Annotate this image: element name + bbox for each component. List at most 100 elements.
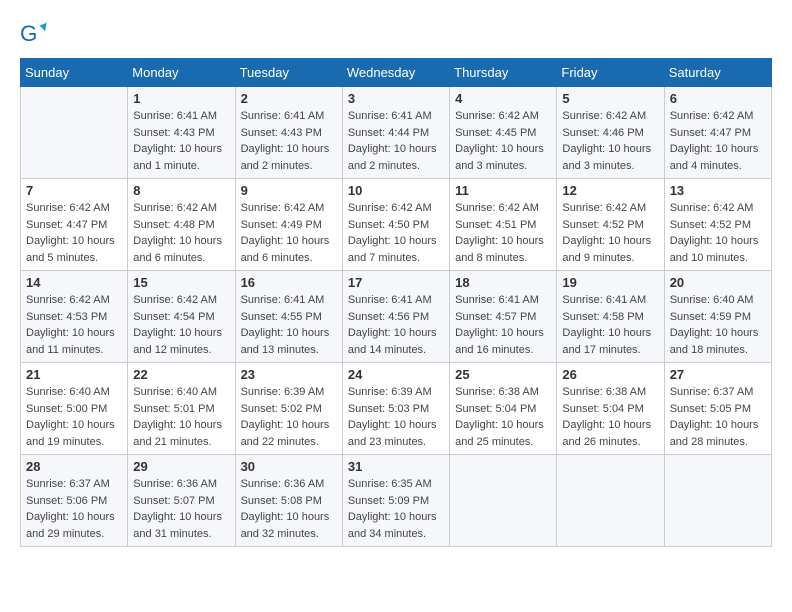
calendar-cell: 4Sunrise: 6:42 AM Sunset: 4:45 PM Daylig… (450, 87, 557, 179)
day-info: Sunrise: 6:39 AM Sunset: 5:03 PM Dayligh… (348, 384, 444, 450)
day-number: 10 (348, 183, 444, 198)
calendar-cell: 29 Sunrise: 6:36 AM Sunset: 5:07 PM Dayli… (128, 455, 235, 547)
calendar-cell: 25 Sunrise: 6:38 AM Sunset: 5:04 PM Dayli… (450, 363, 557, 455)
calendar-cell: 21Sunrise: 6:40 AM Sunset: 5:00 PM Dayli… (21, 363, 128, 455)
day-info: Sunrise: 6:36 AM Sunset: 5:07 PM Dayligh… (133, 476, 229, 542)
day-info: Sunrise: 6:38 AM Sunset: 5:04 PM Dayligh… (455, 384, 551, 450)
header-cell-saturday: Saturday (664, 59, 771, 87)
day-info: Sunrise: 6:42 AM Sunset: 4:51 PM Dayligh… (455, 200, 551, 266)
day-info: Sunrise: 6:42 AM Sunset: 4:52 PM Dayligh… (670, 200, 766, 266)
day-number: 17 (348, 275, 444, 290)
page-header: G (20, 20, 772, 48)
day-info: Sunrise: 6:37 AM Sunset: 5:05 PM Dayligh… (670, 384, 766, 450)
day-number: 28 (26, 459, 122, 474)
header-cell-tuesday: Tuesday (235, 59, 342, 87)
calendar-cell: 18 Sunrise: 6:41 AM Sunset: 4:57 PM Dayli… (450, 271, 557, 363)
calendar-week-3: 14 Sunrise: 6:42 AM Sunset: 4:53 PM Dayli… (21, 271, 772, 363)
day-number: 6 (670, 91, 766, 106)
day-info: Sunrise: 6:42 AM Sunset: 4:47 PM Dayligh… (670, 108, 766, 174)
calendar-cell (21, 87, 128, 179)
calendar-cell: 2Sunrise: 6:41 AM Sunset: 4:43 PM Daylig… (235, 87, 342, 179)
calendar-cell: 30 Sunrise: 6:36 AM Sunset: 5:08 PM Dayli… (235, 455, 342, 547)
calendar-cell: 10 Sunrise: 6:42 AM Sunset: 4:50 PM Dayli… (342, 179, 449, 271)
day-info: Sunrise: 6:42 AM Sunset: 4:52 PM Dayligh… (562, 200, 658, 266)
calendar-cell: 16 Sunrise: 6:41 AM Sunset: 4:55 PM Dayli… (235, 271, 342, 363)
calendar-week-4: 21Sunrise: 6:40 AM Sunset: 5:00 PM Dayli… (21, 363, 772, 455)
day-info: Sunrise: 6:42 AM Sunset: 4:48 PM Dayligh… (133, 200, 229, 266)
day-number: 12 (562, 183, 658, 198)
calendar-table: SundayMondayTuesdayWednesdayThursdayFrid… (20, 58, 772, 547)
day-info: Sunrise: 6:42 AM Sunset: 4:50 PM Dayligh… (348, 200, 444, 266)
day-info: Sunrise: 6:40 AM Sunset: 5:01 PM Dayligh… (133, 384, 229, 450)
day-info: Sunrise: 6:41 AM Sunset: 4:58 PM Dayligh… (562, 292, 658, 358)
day-number: 30 (241, 459, 337, 474)
day-number: 20 (670, 275, 766, 290)
header-cell-sunday: Sunday (21, 59, 128, 87)
day-number: 18 (455, 275, 551, 290)
calendar-cell: 8 Sunrise: 6:42 AM Sunset: 4:48 PM Daylig… (128, 179, 235, 271)
calendar-cell: 28 Sunrise: 6:37 AM Sunset: 5:06 PM Dayli… (21, 455, 128, 547)
logo: G (20, 20, 50, 48)
calendar-cell: 24 Sunrise: 6:39 AM Sunset: 5:03 PM Dayli… (342, 363, 449, 455)
day-info: Sunrise: 6:39 AM Sunset: 5:02 PM Dayligh… (241, 384, 337, 450)
calendar-cell: 15 Sunrise: 6:42 AM Sunset: 4:54 PM Dayli… (128, 271, 235, 363)
day-info: Sunrise: 6:42 AM Sunset: 4:54 PM Dayligh… (133, 292, 229, 358)
day-info: Sunrise: 6:41 AM Sunset: 4:44 PM Dayligh… (348, 108, 444, 174)
day-info: Sunrise: 6:42 AM Sunset: 4:46 PM Dayligh… (562, 108, 658, 174)
day-number: 26 (562, 367, 658, 382)
day-info: Sunrise: 6:37 AM Sunset: 5:06 PM Dayligh… (26, 476, 122, 542)
calendar-cell (664, 455, 771, 547)
day-info: Sunrise: 6:36 AM Sunset: 5:08 PM Dayligh… (241, 476, 337, 542)
day-info: Sunrise: 6:41 AM Sunset: 4:43 PM Dayligh… (133, 108, 229, 174)
day-number: 31 (348, 459, 444, 474)
header-cell-friday: Friday (557, 59, 664, 87)
calendar-cell: 26 Sunrise: 6:38 AM Sunset: 5:04 PM Dayli… (557, 363, 664, 455)
calendar-header: SundayMondayTuesdayWednesdayThursdayFrid… (21, 59, 772, 87)
day-number: 27 (670, 367, 766, 382)
calendar-body: 1 Sunrise: 6:41 AM Sunset: 4:43 PM Daylig… (21, 87, 772, 547)
calendar-cell: 20Sunrise: 6:40 AM Sunset: 4:59 PM Dayli… (664, 271, 771, 363)
day-number: 24 (348, 367, 444, 382)
day-number: 11 (455, 183, 551, 198)
day-number: 22 (133, 367, 229, 382)
day-number: 16 (241, 275, 337, 290)
calendar-cell: 17Sunrise: 6:41 AM Sunset: 4:56 PM Dayli… (342, 271, 449, 363)
calendar-cell: 11 Sunrise: 6:42 AM Sunset: 4:51 PM Dayli… (450, 179, 557, 271)
day-number: 8 (133, 183, 229, 198)
calendar-week-5: 28 Sunrise: 6:37 AM Sunset: 5:06 PM Dayli… (21, 455, 772, 547)
day-number: 23 (241, 367, 337, 382)
calendar-cell: 5 Sunrise: 6:42 AM Sunset: 4:46 PM Daylig… (557, 87, 664, 179)
calendar-cell: 6 Sunrise: 6:42 AM Sunset: 4:47 PM Daylig… (664, 87, 771, 179)
calendar-cell (450, 455, 557, 547)
day-number: 1 (133, 91, 229, 106)
day-number: 4 (455, 91, 551, 106)
calendar-cell: 9Sunrise: 6:42 AM Sunset: 4:49 PM Daylig… (235, 179, 342, 271)
header-cell-thursday: Thursday (450, 59, 557, 87)
calendar-cell: 13 Sunrise: 6:42 AM Sunset: 4:52 PM Dayli… (664, 179, 771, 271)
day-number: 21 (26, 367, 122, 382)
calendar-cell: 31Sunrise: 6:35 AM Sunset: 5:09 PM Dayli… (342, 455, 449, 547)
day-number: 5 (562, 91, 658, 106)
day-info: Sunrise: 6:38 AM Sunset: 5:04 PM Dayligh… (562, 384, 658, 450)
calendar-cell: 3 Sunrise: 6:41 AM Sunset: 4:44 PM Daylig… (342, 87, 449, 179)
day-number: 9 (241, 183, 337, 198)
calendar-week-1: 1 Sunrise: 6:41 AM Sunset: 4:43 PM Daylig… (21, 87, 772, 179)
day-info: Sunrise: 6:41 AM Sunset: 4:55 PM Dayligh… (241, 292, 337, 358)
header-row: SundayMondayTuesdayWednesdayThursdayFrid… (21, 59, 772, 87)
logo-icon: G (20, 20, 48, 48)
calendar-cell (557, 455, 664, 547)
svg-text:G: G (20, 21, 37, 46)
day-number: 13 (670, 183, 766, 198)
calendar-cell: 1 Sunrise: 6:41 AM Sunset: 4:43 PM Daylig… (128, 87, 235, 179)
day-number: 15 (133, 275, 229, 290)
header-cell-monday: Monday (128, 59, 235, 87)
day-number: 29 (133, 459, 229, 474)
day-number: 3 (348, 91, 444, 106)
day-info: Sunrise: 6:41 AM Sunset: 4:57 PM Dayligh… (455, 292, 551, 358)
day-info: Sunrise: 6:42 AM Sunset: 4:53 PM Dayligh… (26, 292, 122, 358)
calendar-cell: 27 Sunrise: 6:37 AM Sunset: 5:05 PM Dayli… (664, 363, 771, 455)
day-info: Sunrise: 6:41 AM Sunset: 4:43 PM Dayligh… (241, 108, 337, 174)
day-info: Sunrise: 6:42 AM Sunset: 4:47 PM Dayligh… (26, 200, 122, 266)
day-number: 25 (455, 367, 551, 382)
day-number: 14 (26, 275, 122, 290)
